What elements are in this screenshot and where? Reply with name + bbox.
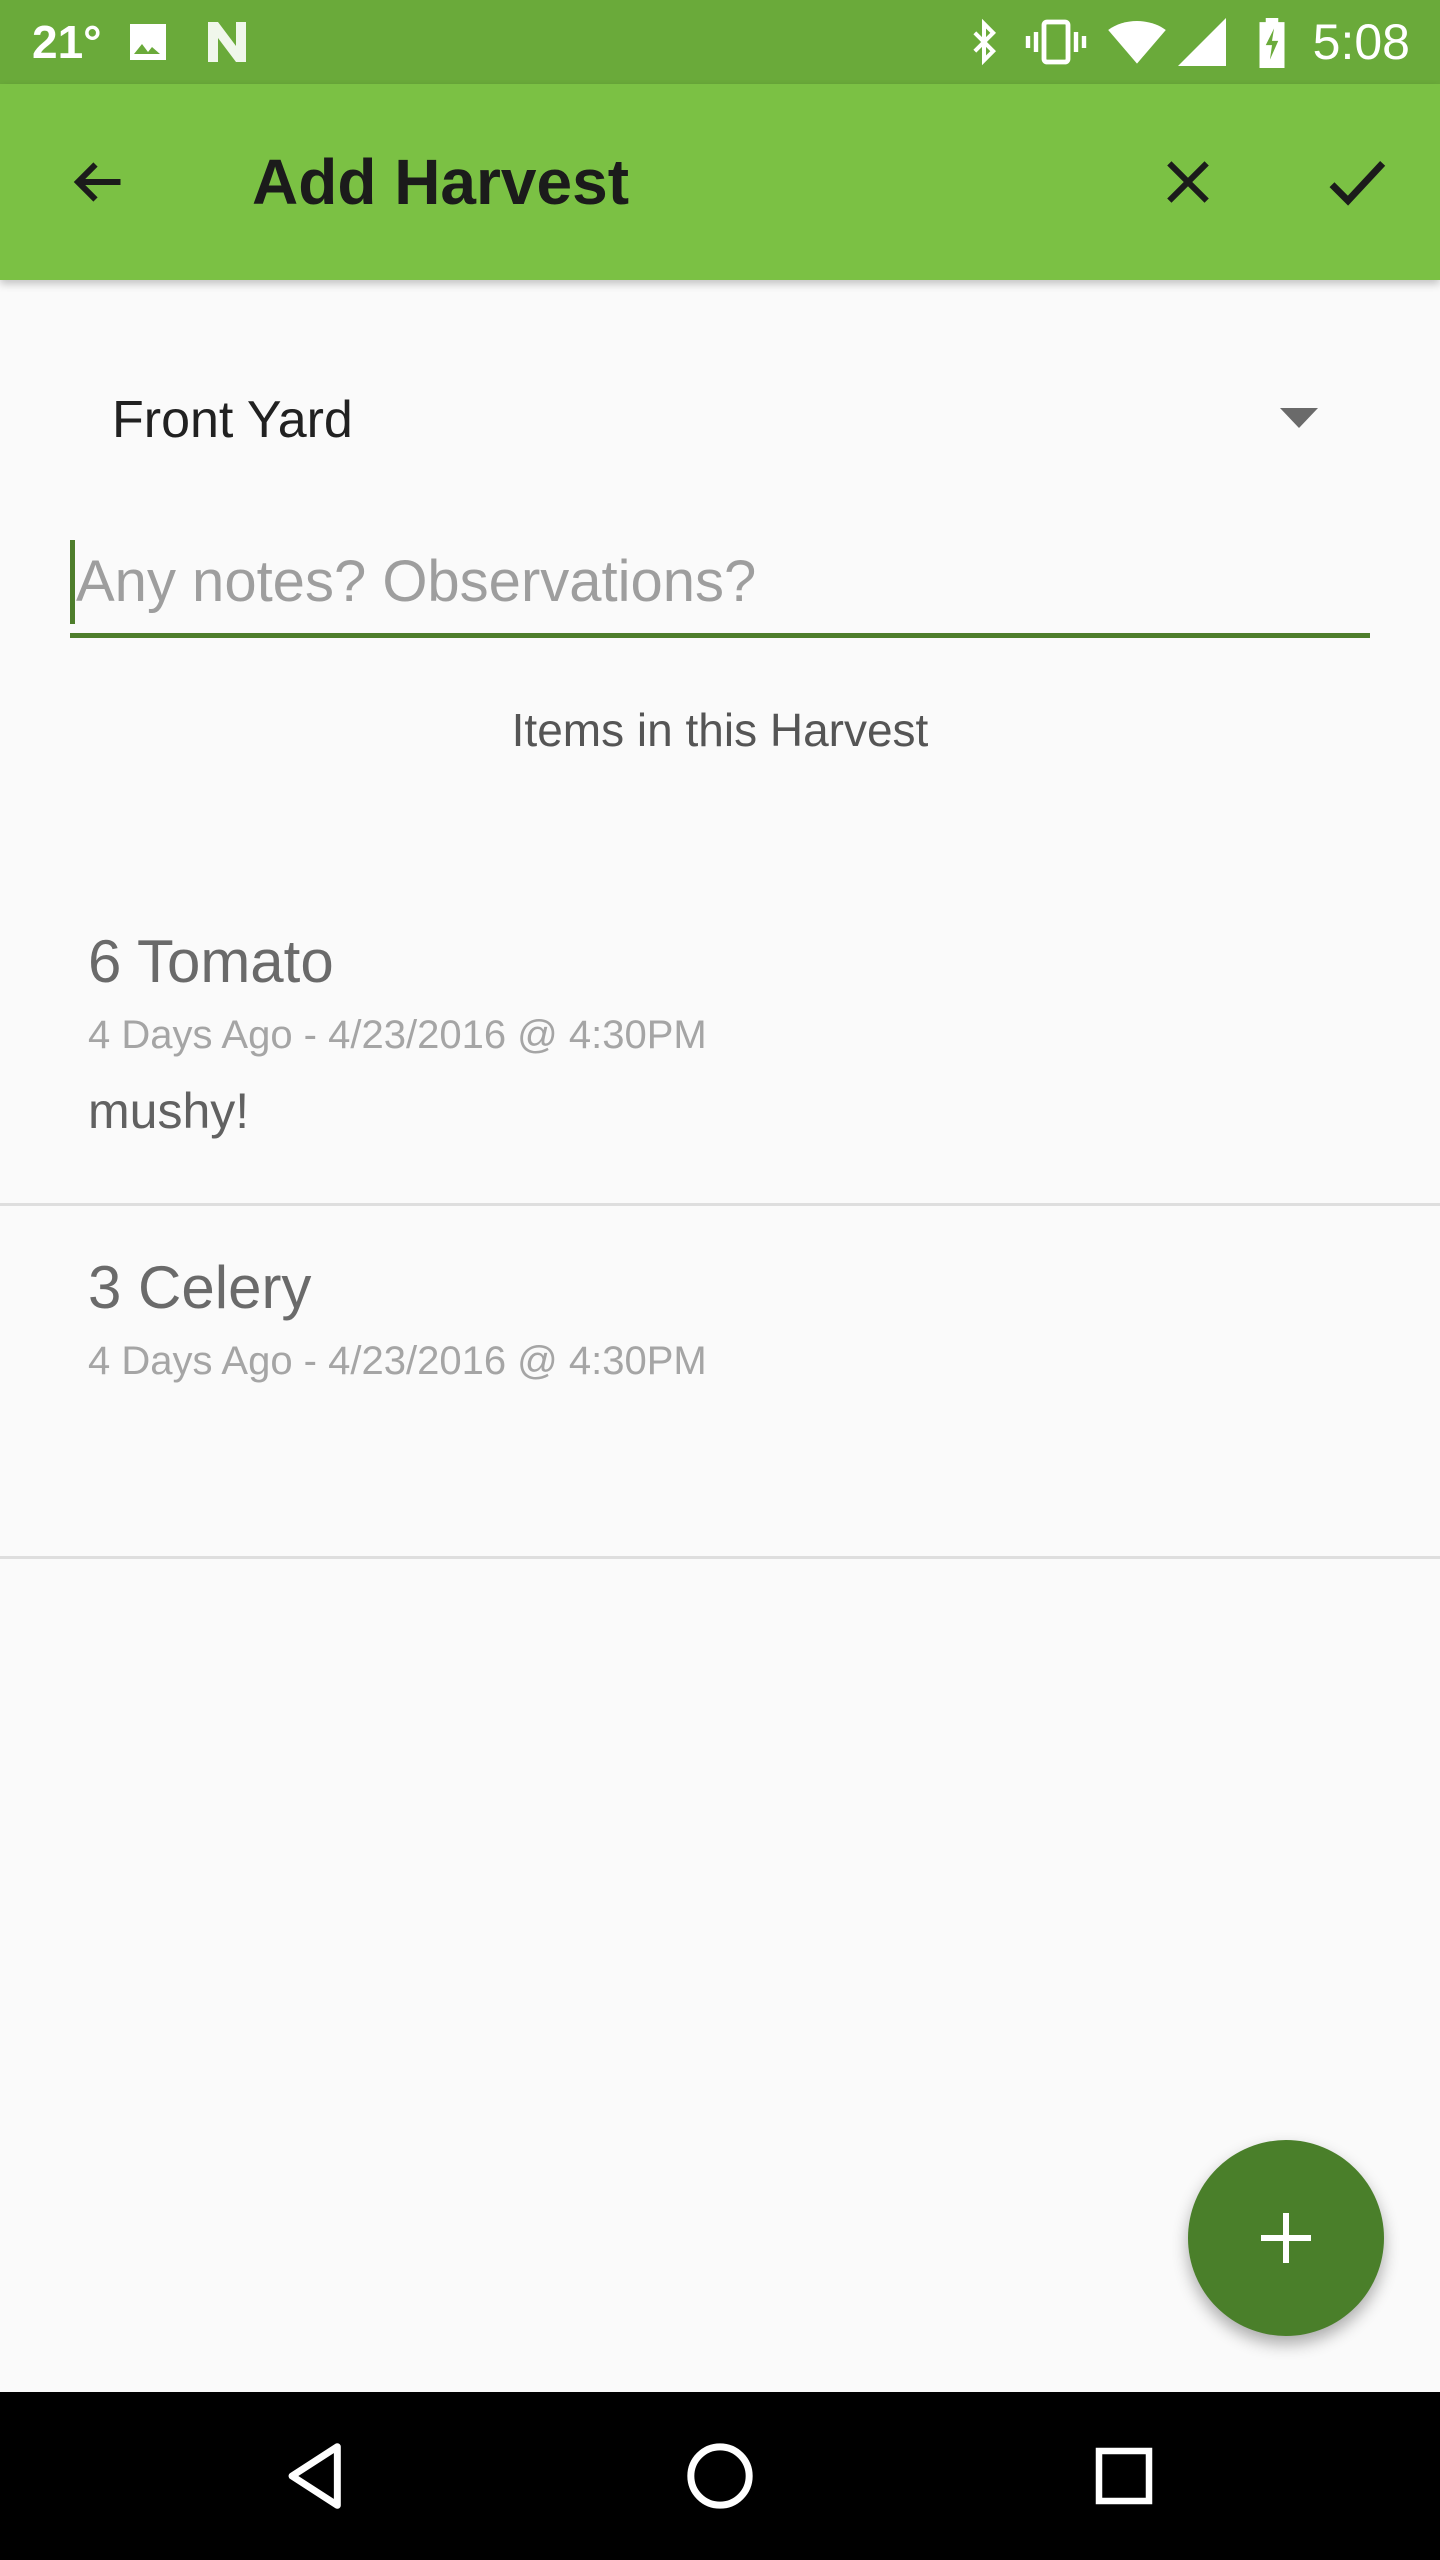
location-dropdown[interactable]: Front Yard <box>70 360 1350 480</box>
cancel-button[interactable] <box>1138 132 1238 232</box>
notes-input[interactable] <box>70 530 1370 633</box>
navigation-bar <box>0 2392 1440 2560</box>
status-bar: 21° 5:08 <box>0 0 1440 84</box>
dropdown-arrow-icon <box>1280 408 1318 433</box>
back-button[interactable] <box>48 132 148 232</box>
back-triangle-icon <box>288 2443 341 2509</box>
items-section-label: Items in this Harvest <box>511 704 929 756</box>
vibrate-icon <box>1024 18 1088 71</box>
check-icon <box>1329 160 1386 206</box>
item-name: 6 Tomato <box>88 928 334 995</box>
list-item[interactable]: 3 Celery 4 Days Ago - 4/23/2016 @ 4:30PM <box>0 1206 1440 1559</box>
nav-recents-button[interactable] <box>1074 2426 1174 2526</box>
recents-square-icon <box>1095 2447 1153 2505</box>
close-icon <box>1167 161 1209 203</box>
text-cursor <box>70 540 75 624</box>
item-date: 4 Days Ago - 4/23/2016 @ 4:30PM <box>88 1013 707 1057</box>
arrow-left-icon <box>73 162 121 202</box>
image-icon <box>124 18 172 71</box>
wifi-icon <box>1108 18 1166 71</box>
home-circle-icon <box>687 2443 753 2509</box>
item-note: mushy! <box>88 1083 250 1139</box>
bluetooth-icon <box>962 18 1006 71</box>
plus-icon <box>1261 2213 1311 2263</box>
confirm-button[interactable] <box>1306 132 1406 232</box>
temperature-label: 21° <box>32 16 102 68</box>
location-dropdown-value: Front Yard <box>112 391 353 449</box>
list-item[interactable]: 6 Tomato 4 Days Ago - 4/23/2016 @ 4:30PM… <box>0 880 1440 1206</box>
add-item-button[interactable] <box>1188 2140 1384 2336</box>
page-title: Add Harvest <box>252 146 629 218</box>
clock: 5:08 <box>1312 14 1410 70</box>
nav-back-button[interactable] <box>266 2426 366 2526</box>
battery-charging-icon <box>1254 18 1290 73</box>
app-bar: Add Harvest <box>0 84 1440 280</box>
notes-field[interactable] <box>70 530 1370 638</box>
harvest-items-list: 6 Tomato 4 Days Ago - 4/23/2016 @ 4:30PM… <box>0 880 1440 1559</box>
n-notification-icon <box>204 18 256 71</box>
cell-signal-icon <box>1176 18 1228 71</box>
item-date: 4 Days Ago - 4/23/2016 @ 4:30PM <box>88 1339 707 1383</box>
nav-home-button[interactable] <box>670 2426 770 2526</box>
item-name: 3 Celery <box>88 1254 312 1321</box>
